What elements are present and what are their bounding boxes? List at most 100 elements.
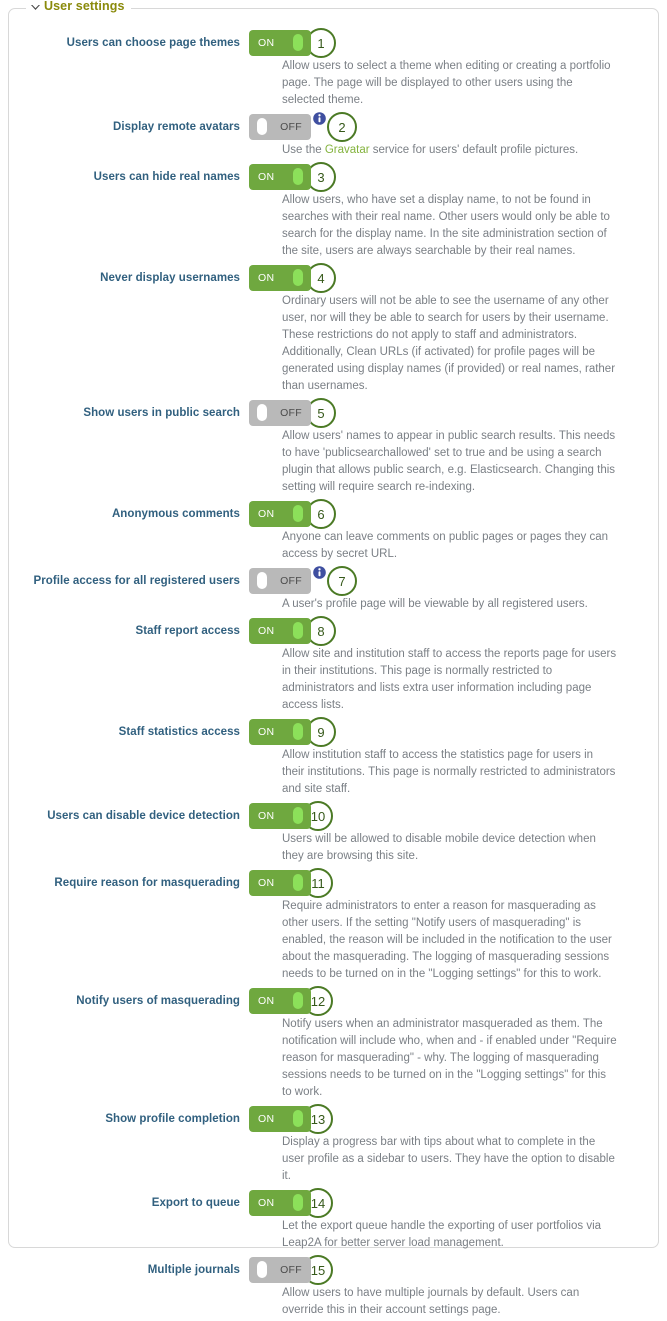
toggle-knob[interactable] [293,622,303,639]
toggle-knob[interactable] [293,168,303,185]
toggle-knob[interactable] [257,404,267,421]
setting-control-line: Display remote avatars OFF 2 [33,111,640,143]
annotation-badge: 7 [327,566,357,596]
info-icon[interactable] [313,112,326,125]
setting-label: Require reason for masquerading [54,877,240,889]
info-icon[interactable] [313,566,326,579]
setting-label: Show users in public search [83,407,240,419]
toggle-switch-on[interactable]: ON [249,164,311,190]
toggle-switch-on[interactable]: ON [249,870,311,896]
toggle-state-label: ON [258,1197,275,1209]
setting-label: Show profile completion [105,1113,240,1125]
setting-control-line: Export to queue ON 14 [33,1187,640,1219]
setting-description: A user's profile page will be viewable b… [282,598,588,610]
toggle-knob[interactable] [293,723,303,740]
toggle-state-label: ON [258,877,275,889]
toggle-knob[interactable] [293,269,303,286]
setting-control: ON 13 [249,1103,333,1135]
toggle-knob[interactable] [293,1194,303,1211]
toggle-switch-on[interactable]: ON [249,30,311,56]
toggle-switch-on[interactable]: ON [249,1106,311,1132]
setting-control-line: Staff statistics access ON 9 [33,716,640,748]
toggle-knob[interactable] [257,572,267,589]
panel-legend[interactable]: User settings [26,0,131,13]
chevron-down-icon[interactable] [30,2,41,13]
setting-label: Anonymous comments [111,508,240,520]
setting-description: Allow users to select a theme when editi… [282,60,611,106]
setting-row: Export to queue ON 14 Let the export queue … [9,1187,658,1254]
setting-label: Never display usernames [100,272,240,284]
setting-row: Notify users of masquerading ON 12 Notify u… [9,985,658,1103]
toggle-knob[interactable] [293,505,303,522]
setting-description: Allow users, who have set a display name… [282,194,610,257]
setting-label: Users can disable device detection [47,810,240,822]
setting-row: Staff statistics access ON 9 Allow institut… [9,716,658,800]
setting-control: OFF 7 [249,565,357,597]
toggle-state-label: OFF [280,407,302,419]
user-settings-panel: User settings Users can choose page them… [8,0,659,1316]
toggle-switch-on[interactable]: ON [249,988,311,1014]
toggle-switch-on[interactable]: ON [249,501,311,527]
setting-row: Show profile completion ON 13 Display a pro… [9,1103,658,1187]
setting-label: Multiple journals [147,1264,240,1276]
toggle-switch-off[interactable]: OFF [249,568,311,594]
setting-description: Allow users to have multiple journals by… [282,1287,580,1316]
setting-control-line: Staff report access ON 8 [33,615,640,647]
setting-row: Multiple journals OFF 15 Allow users to hav… [9,1254,658,1321]
setting-label: Profile access for all registered users [33,575,240,587]
toggle-knob[interactable] [293,874,303,891]
toggle-switch-on[interactable]: ON [249,265,311,291]
toggle-switch-on[interactable]: ON [249,618,311,644]
toggle-knob[interactable] [293,992,303,1009]
annotation-badge: 2 [327,112,357,142]
setting-control-line: Notify users of masquerading ON 12 [33,985,640,1017]
toggle-state-label: OFF [280,575,302,587]
setting-control: ON 3 [249,161,336,193]
toggle-state-label: ON [258,171,275,183]
toggle-switch-on[interactable]: ON [249,719,311,745]
setting-row: Show users in public search OFF 5 Allow use… [9,397,658,498]
toggle-switch-off[interactable]: OFF [249,400,311,426]
toggle-switch-on[interactable]: ON [249,803,311,829]
toggle-state-label: ON [258,37,275,49]
setting-control: ON 6 [249,498,336,530]
toggle-state-label: ON [258,726,275,738]
setting-row: Never display usernames ON 4 Ordinary users… [9,262,658,397]
setting-label: Users can choose page themes [66,37,240,49]
toggle-switch-on[interactable]: ON [249,1190,311,1216]
toggle-state-label: ON [258,995,275,1007]
setting-description: Users will be allowed to disable mobile … [282,833,596,862]
setting-description: Allow site and institution staff to acce… [282,648,617,711]
toggle-knob[interactable] [257,118,267,135]
toggle-switch-off[interactable]: OFF [249,114,311,140]
setting-control-line: Users can hide real names ON 3 [33,161,640,193]
setting-control-line: Never display usernames ON 4 [33,262,640,294]
toggle-knob[interactable] [293,807,303,824]
setting-control-line: Profile access for all registered users O… [33,565,640,597]
setting-row: Users can hide real names ON 3 Allow users,… [9,161,658,262]
setting-row: Display remote avatars OFF 2 Use the Gravat… [9,111,658,161]
toggle-state-label: ON [258,810,275,822]
setting-control: ON 14 [249,1187,333,1219]
setting-control: ON 8 [249,615,336,647]
toggle-switch-off[interactable]: OFF [249,1257,311,1283]
toggle-state-label: OFF [280,1264,302,1276]
setting-control: ON 10 [249,800,333,832]
panel-legend-label: User settings [44,0,125,13]
setting-row: Require reason for masquerading ON 11 Requi… [9,867,658,985]
setting-row: Profile access for all registered users O… [9,565,658,615]
setting-label: Staff report access [135,625,240,637]
toggle-knob[interactable] [293,1110,303,1127]
toggle-state-label: OFF [280,121,302,133]
setting-description: Ordinary users will not be able to see t… [282,295,616,392]
setting-row: Anonymous comments ON 6 Anyone can leave co… [9,498,658,565]
setting-label: Users can hide real names [93,171,240,183]
gravatar-link[interactable]: Gravatar [325,144,370,156]
toggle-knob[interactable] [257,1261,267,1278]
setting-control-line: Show users in public search OFF 5 [33,397,640,429]
toggle-state-label: ON [258,272,275,284]
settings-list: Users can choose page themes ON 1 Allow use… [9,9,658,1321]
setting-label: Export to queue [151,1197,240,1209]
setting-row: Staff report access ON 8 Allow site and ins… [9,615,658,716]
toggle-knob[interactable] [293,34,303,51]
